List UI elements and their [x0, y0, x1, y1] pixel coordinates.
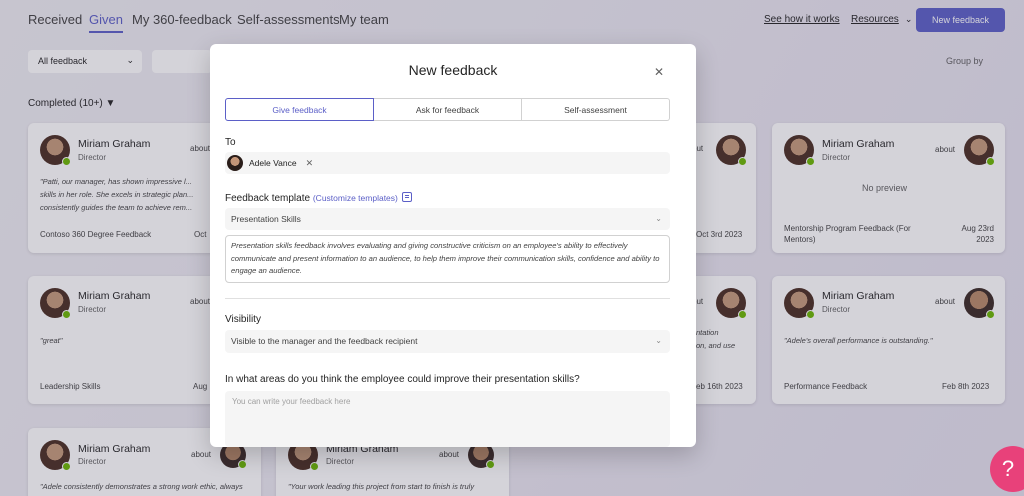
recipient-chip: Adele Vance ✕ [227, 154, 313, 172]
help-icon: ? [1001, 456, 1015, 481]
dialog-title: New feedback [408, 62, 498, 78]
avatar [227, 155, 243, 171]
close-icon[interactable]: ✕ [654, 65, 664, 79]
customize-templates-link[interactable]: (Customize templates) [313, 193, 398, 203]
feedback-type-selector: Give feedback Ask for feedback Self-asse… [225, 98, 670, 121]
chevron-down-icon: ⌄ [655, 336, 662, 345]
self-assessment-tab[interactable]: Self-assessment [522, 98, 670, 121]
question-label: In what areas do you think the employee … [225, 374, 580, 385]
ask-for-feedback-tab[interactable]: Ask for feedback [374, 98, 522, 121]
open-external-icon[interactable] [401, 192, 412, 202]
visibility-label: Visibility [225, 314, 261, 325]
template-dropdown[interactable]: Presentation Skills ⌄ [225, 208, 670, 230]
template-label: Feedback template (Customize templates) [225, 192, 412, 204]
give-feedback-tab[interactable]: Give feedback [225, 98, 374, 121]
to-label: To [225, 137, 236, 148]
template-label-text: Feedback template [225, 193, 311, 204]
visibility-value: Visible to the manager and the feedback … [231, 336, 418, 346]
feedback-answer-input[interactable]: You can write your feedback here [225, 391, 670, 447]
visibility-dropdown[interactable]: Visible to the manager and the feedback … [225, 330, 670, 353]
divider [225, 298, 670, 299]
remove-recipient-icon[interactable]: ✕ [306, 158, 314, 169]
template-value: Presentation Skills [231, 214, 301, 224]
recipient-name: Adele Vance [249, 158, 297, 168]
answer-placeholder: You can write your feedback here [232, 397, 351, 406]
new-feedback-dialog: New feedback ✕ Give feedback Ask for fee… [210, 44, 696, 447]
template-description: Presentation skills feedback involves ev… [225, 235, 670, 283]
chevron-down-icon: ⌄ [655, 214, 662, 223]
